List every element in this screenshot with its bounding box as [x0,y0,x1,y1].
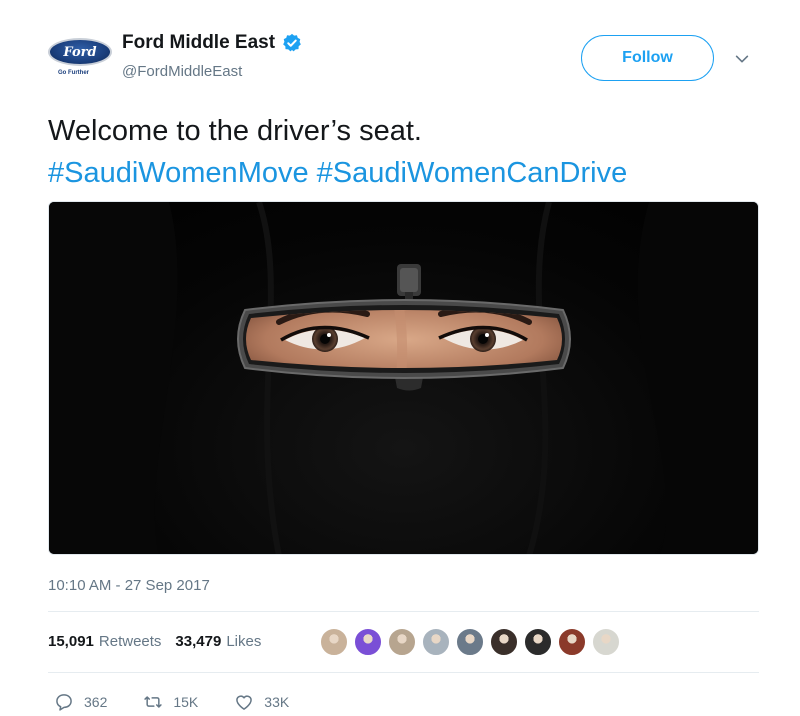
tweet-timestamp[interactable]: 10:10 AM - 27 Sep 2017 [48,577,210,594]
liker-avatars [319,627,621,657]
divider-bottom [48,672,759,673]
like-count: 33K [264,694,290,710]
ford-oval-logo: Ford [48,38,112,66]
reply-button[interactable]: 362 [54,692,107,712]
logo-tagline: Go Further [58,70,89,76]
likes-count[interactable]: 33,479 [175,633,221,650]
rearview-mirror-illustration [49,202,758,554]
avatar-8[interactable] [557,627,587,657]
avatar-5[interactable] [455,627,485,657]
tweet-actions: 362 15K 33K [54,692,325,712]
avatar-2[interactable] [353,627,383,657]
verified-badge-icon [283,33,301,52]
reply-count: 362 [84,694,108,710]
retweets-label[interactable]: Retweets [99,633,162,650]
account-handle[interactable]: @FordMiddleEast [122,63,242,80]
retweets-count[interactable]: 15,091 [48,633,94,650]
follow-button[interactable]: Follow [581,35,714,81]
hashtag-line: #SaudiWomenMove #SaudiWomenCanDrive [48,152,768,194]
retweet-icon [144,696,163,708]
divider-top [48,611,759,612]
reply-icon [56,694,72,711]
avatar-3[interactable] [387,627,417,657]
avatar-7[interactable] [523,627,553,657]
engagement-stats: 15,091 Retweets 33,479 Likes [48,633,275,650]
avatar-4[interactable] [421,627,451,657]
avatar-1[interactable] [319,627,349,657]
avatar-9[interactable] [591,627,621,657]
name-row: Ford Middle East [122,32,302,54]
tweet-header: Ford Go Further Ford Middle East @FordMi… [0,0,800,100]
retweet-count: 15K [173,694,199,710]
tweet-media-image[interactable] [48,201,759,555]
logo-text: Ford [63,44,97,60]
retweet-button[interactable]: 15K [143,692,198,712]
like-button[interactable]: 33K [234,692,289,712]
hashtag-saudi-women-move[interactable]: #SaudiWomenMove [48,157,309,189]
ford-logo[interactable]: Ford Go Further [48,38,112,80]
tweet-text: Welcome to the driver’s seat. #SaudiWome… [48,110,768,194]
display-name[interactable]: Ford Middle East [122,32,275,54]
tweet-body: Welcome to the driver’s seat. [48,115,422,147]
chevron-down-icon[interactable] [733,50,751,68]
hashtag-saudi-women-can-drive[interactable]: #SaudiWomenCanDrive [317,157,628,189]
likes-label[interactable]: Likes [226,633,261,650]
avatar-6[interactable] [489,627,519,657]
heart-icon [236,695,253,710]
